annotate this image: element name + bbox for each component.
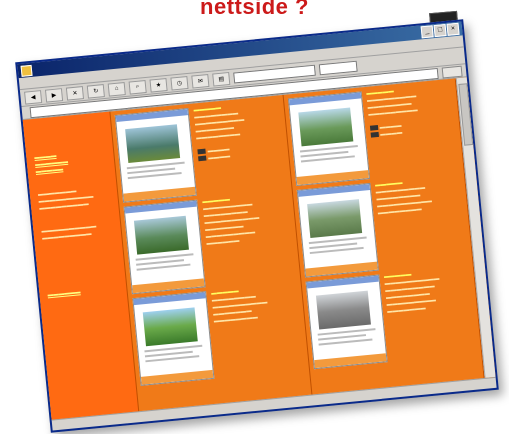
page-thumbnail[interactable] bbox=[296, 182, 379, 278]
mail-icon[interactable]: ✉ bbox=[191, 73, 210, 89]
listing-entry: ▬▬▬▬▬ ▬▬▬▬▬▬▬▬▬ ▬▬▬▬▬▬▬▬ ▬▬▬▬▬▬▬▬▬▬ ▬▬▬▬▬▬▬▬ bbox=[296, 174, 469, 281]
page-thumbnail[interactable] bbox=[287, 91, 370, 187]
camera-icon bbox=[369, 125, 378, 131]
camera-icon bbox=[198, 155, 207, 162]
photo-thumbnail bbox=[306, 199, 362, 238]
home-icon[interactable]: ⌂ bbox=[107, 81, 126, 97]
photo-thumbnail bbox=[142, 307, 198, 347]
sidebar-block: ▬▬▬▬▬▬▬▬▬▬ ▬▬▬▬▬▬▬▬▬ bbox=[41, 223, 97, 242]
photo-thumbnail bbox=[133, 215, 189, 255]
scrollbar-thumb[interactable] bbox=[458, 83, 474, 146]
listing-text: ▬▬▬▬▬ ▬▬▬▬▬▬▬▬ ▬▬▬▬▬▬▬▬▬▬ ▬▬▬▬▬▬▬ ▬▬▬▬▬▬▬▬ bbox=[210, 288, 268, 325]
listing-text: ▬▬▬▬▬▬▬▬▬▬▬▬▬▬▬▬▬▬▬▬▬▬▬▬▬▬▬▬▬▬▬▬▬▬▬▬▬▬▬▬… bbox=[202, 196, 260, 247]
listing-entry: ▬▬▬▬▬▬▬▬▬▬▬▬▬▬▬▬▬▬▬▬▬▬▬▬▬▬▬▬▬▬▬▬▬▬▬▬▬▬▬▬… bbox=[123, 191, 297, 298]
maximize-icon[interactable]: □ bbox=[433, 24, 447, 38]
sidebar-link[interactable]: ▬▬▬▬▬▬ bbox=[47, 289, 80, 298]
page-thumbnail[interactable] bbox=[305, 274, 388, 370]
page-thumbnail[interactable] bbox=[123, 199, 206, 295]
go-button[interactable] bbox=[441, 65, 463, 79]
listing-entry: ▬▬▬▬▬▬▬▬▬▬▬▬▬▬▬▬▬▬▬▬▬▬▬▬▬▬▬▬▬▬▬▬▬▬▬▬▬▬▬▬… bbox=[305, 266, 478, 373]
browser-window: _ □ × ◀ ▶ ✕ ↻ ⌂ ⌕ ★ ◷ ✉ ▤ ▬▬▬▬ ▬▬▬▬▬▬ ▬▬… bbox=[15, 19, 499, 433]
history-icon[interactable]: ◷ bbox=[170, 75, 189, 91]
listing-text: ▬▬▬▬▬ ▬▬▬▬▬▬▬▬▬ ▬▬▬▬▬▬▬▬ ▬▬▬▬▬▬▬▬▬ ▬▬▬▬ ▬▬▬… bbox=[366, 88, 418, 138]
camera-icon bbox=[370, 132, 379, 138]
listing-column-left: ▬▬▬▬▬ ▬▬▬▬▬▬▬▬ ▬▬▬▬▬▬▬▬▬ ▬▬▬▬▬▬▬ ▬▬▬▬▬▬▬▬ ▬▬… bbox=[110, 94, 312, 412]
listing-text: ▬▬▬▬▬▬▬▬▬▬▬▬▬▬▬▬▬▬▬▬▬▬▬▬▬▬▬▬▬▬▬▬▬▬▬▬▬▬▬▬… bbox=[383, 271, 440, 315]
search-icon[interactable]: ⌕ bbox=[128, 79, 147, 95]
back-icon[interactable]: ◀ bbox=[24, 89, 43, 105]
listing-entry: ▬▬▬▬▬ ▬▬▬▬▬▬▬▬ ▬▬▬▬▬▬▬▬▬ ▬▬▬▬▬▬▬ ▬▬▬▬▬▬▬▬ ▬▬… bbox=[114, 99, 288, 206]
print-icon[interactable]: ▤ bbox=[212, 71, 231, 87]
listing-text: ▬▬▬▬▬ ▬▬▬▬▬▬▬▬▬ ▬▬▬▬▬▬▬▬ ▬▬▬▬▬▬▬▬▬▬ ▬▬▬▬▬▬▬▬ bbox=[374, 179, 433, 217]
photo-thumbnail bbox=[315, 290, 371, 330]
listing-text: ▬▬▬▬▬ ▬▬▬▬▬▬▬▬ ▬▬▬▬▬▬▬▬▬ ▬▬▬▬▬▬▬ ▬▬▬▬▬▬▬▬ ▬▬… bbox=[193, 104, 245, 162]
sidebar-link[interactable]: ▬▬▬▬▬ bbox=[36, 166, 64, 175]
page-content: ▬▬▬▬ ▬▬▬▬▬▬ ▬▬▬▬▬ ▬▬▬▬▬▬▬ ▬▬▬▬▬▬▬▬▬▬ ▬▬▬▬▬… bbox=[22, 77, 496, 420]
refresh-icon[interactable]: ↻ bbox=[86, 83, 105, 99]
status-zone bbox=[438, 383, 493, 389]
stop-icon[interactable]: ✕ bbox=[65, 85, 84, 101]
photo-thumbnail bbox=[125, 124, 181, 164]
close-icon[interactable]: × bbox=[446, 22, 460, 36]
page-thumbnail[interactable] bbox=[114, 108, 197, 203]
page-thumbnail[interactable] bbox=[132, 291, 215, 386]
search-dropdown[interactable] bbox=[318, 60, 358, 75]
minimize-icon[interactable]: _ bbox=[420, 25, 434, 39]
listing-entry: ▬▬▬▬▬ ▬▬▬▬▬▬▬▬▬ ▬▬▬▬▬▬▬▬ ▬▬▬▬▬▬▬▬▬ ▬▬▬▬ ▬▬▬… bbox=[287, 83, 460, 190]
listing-column-right: ▬▬▬▬▬ ▬▬▬▬▬▬▬▬▬ ▬▬▬▬▬▬▬▬ ▬▬▬▬▬▬▬▬▬ ▬▬▬▬ ▬▬▬… bbox=[283, 78, 485, 395]
listing-entry: ▬▬▬▬▬ ▬▬▬▬▬▬▬▬ ▬▬▬▬▬▬▬▬▬▬ ▬▬▬▬▬▬▬ ▬▬▬▬▬▬▬▬ bbox=[132, 283, 305, 390]
sidebar-block: ▬▬▬▬ ▬▬▬▬▬▬ ▬▬▬▬▬ bbox=[34, 148, 109, 176]
listing-columns: ▬▬▬▬▬ ▬▬▬▬▬▬▬▬ ▬▬▬▬▬▬▬▬▬ ▬▬▬▬▬▬▬ ▬▬▬▬▬▬▬▬ ▬▬… bbox=[110, 78, 485, 412]
photo-thumbnail bbox=[297, 107, 353, 147]
sidebar-link-row: ▬▬▬▬▬▬ bbox=[47, 285, 120, 299]
screenshot-stage: _ □ × ◀ ▶ ✕ ↻ ⌂ ⌕ ★ ◷ ✉ ▤ ▬▬▬▬ ▬▬▬▬▬▬ ▬▬… bbox=[15, 19, 499, 433]
favorites-icon[interactable]: ★ bbox=[149, 77, 168, 93]
camera-icon bbox=[197, 148, 206, 155]
forward-icon[interactable]: ▶ bbox=[44, 87, 64, 103]
browser-icon bbox=[20, 64, 33, 77]
sidebar-block: ▬▬▬▬▬▬▬ ▬▬▬▬▬▬▬▬▬▬ ▬▬▬▬▬▬▬▬▬ bbox=[37, 188, 94, 212]
